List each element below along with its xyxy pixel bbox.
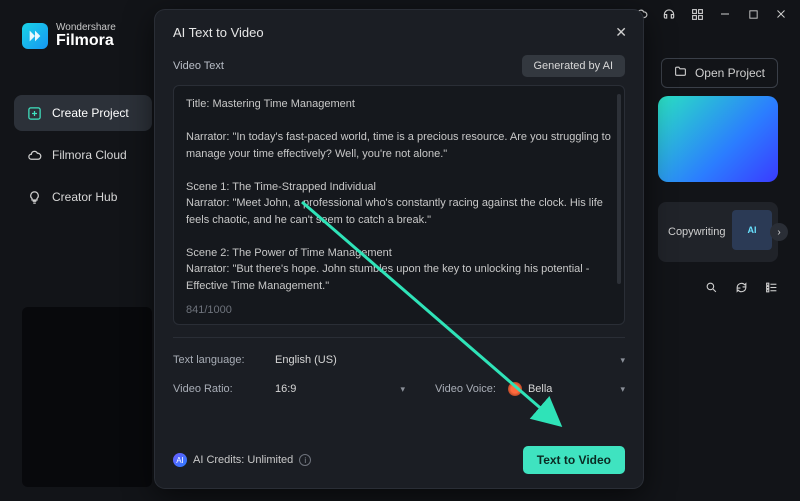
apps-grid-icon[interactable]: [690, 7, 704, 21]
utility-icon-row: [658, 280, 778, 294]
video-text-textarea[interactable]: Title: Mastering Time Management Narrato…: [173, 85, 625, 325]
video-voice-value: Bella: [528, 383, 552, 395]
text-language-value: English (US): [275, 354, 337, 366]
generated-by-ai-button[interactable]: Generated by AI: [522, 55, 626, 77]
brand-logo: Wondershare Filmora: [22, 22, 116, 49]
ai-badge-icon: AI: [173, 453, 187, 467]
video-ratio-label: Video Ratio:: [173, 383, 263, 395]
info-icon[interactable]: i: [299, 454, 311, 466]
refresh-icon[interactable]: [734, 280, 748, 294]
project-thumbnail-placeholder: [22, 307, 152, 487]
text-language-label: Text language:: [173, 354, 263, 366]
copywriting-label: Copywriting: [668, 226, 725, 238]
gradient-feature-card[interactable]: [658, 96, 778, 182]
open-project-button[interactable]: Open Project: [661, 58, 778, 88]
minimize-icon[interactable]: [718, 7, 732, 21]
video-ratio-value: 16:9: [275, 383, 296, 395]
video-voice-label: Video Voice:: [435, 383, 496, 395]
voice-avatar-icon: [508, 382, 522, 396]
window-close-icon[interactable]: [774, 7, 788, 21]
copywriting-card[interactable]: Copywriting AI ›: [658, 202, 778, 262]
lightbulb-icon: [26, 189, 42, 205]
right-panel: Copywriting AI ›: [658, 96, 778, 294]
sidebar-item-create-project[interactable]: Create Project: [14, 95, 152, 131]
ai-chip-icon: AI: [748, 225, 757, 235]
brand-line2: Filmora: [56, 33, 116, 49]
chevron-down-icon: ▾: [400, 384, 405, 395]
video-ratio-select[interactable]: 16:9 ▾: [275, 379, 405, 399]
search-icon[interactable]: [704, 280, 718, 294]
video-voice-select[interactable]: Bella ▾: [508, 378, 625, 400]
maximize-icon[interactable]: [746, 7, 760, 21]
plus-square-icon: [26, 105, 42, 121]
sidebar: Create Project Filmora Cloud Creator Hub: [14, 95, 152, 221]
headset-icon[interactable]: [662, 7, 676, 21]
dialog-title: AI Text to Video: [173, 25, 264, 40]
textarea-content: Title: Mastering Time Management Narrato…: [186, 96, 612, 308]
folder-icon: [674, 65, 687, 81]
text-language-select[interactable]: English (US) ▾: [275, 350, 625, 370]
char-counter: 841/1000: [186, 304, 232, 316]
text-to-video-button[interactable]: Text to Video: [523, 446, 625, 474]
sidebar-item-label: Creator Hub: [52, 190, 117, 204]
sidebar-item-label: Create Project: [52, 106, 129, 120]
chevron-right-icon[interactable]: ›: [770, 223, 788, 241]
sidebar-item-filmora-cloud[interactable]: Filmora Cloud: [14, 137, 152, 173]
ai-credits: AI AI Credits: Unlimited i: [173, 453, 311, 467]
chevron-down-icon: ▾: [620, 355, 625, 366]
divider: [173, 337, 625, 338]
open-project-label: Open Project: [695, 66, 765, 80]
ai-text-to-video-dialog: AI Text to Video ✕ Video Text Generated …: [155, 10, 643, 488]
ai-credits-label: AI Credits: Unlimited: [193, 454, 293, 466]
text-to-video-label: Text to Video: [537, 453, 611, 467]
generated-by-ai-label: Generated by AI: [534, 60, 614, 72]
chevron-down-icon: ▾: [620, 384, 625, 395]
logo-mark-icon: [22, 23, 48, 49]
dialog-close-icon[interactable]: ✕: [615, 24, 627, 41]
list-view-icon[interactable]: [764, 280, 778, 294]
sidebar-item-label: Filmora Cloud: [52, 148, 127, 162]
scrollbar-thumb[interactable]: [617, 94, 621, 284]
video-text-label: Video Text: [173, 60, 224, 72]
sidebar-item-creator-hub[interactable]: Creator Hub: [14, 179, 152, 215]
cloud-icon: [26, 147, 42, 163]
